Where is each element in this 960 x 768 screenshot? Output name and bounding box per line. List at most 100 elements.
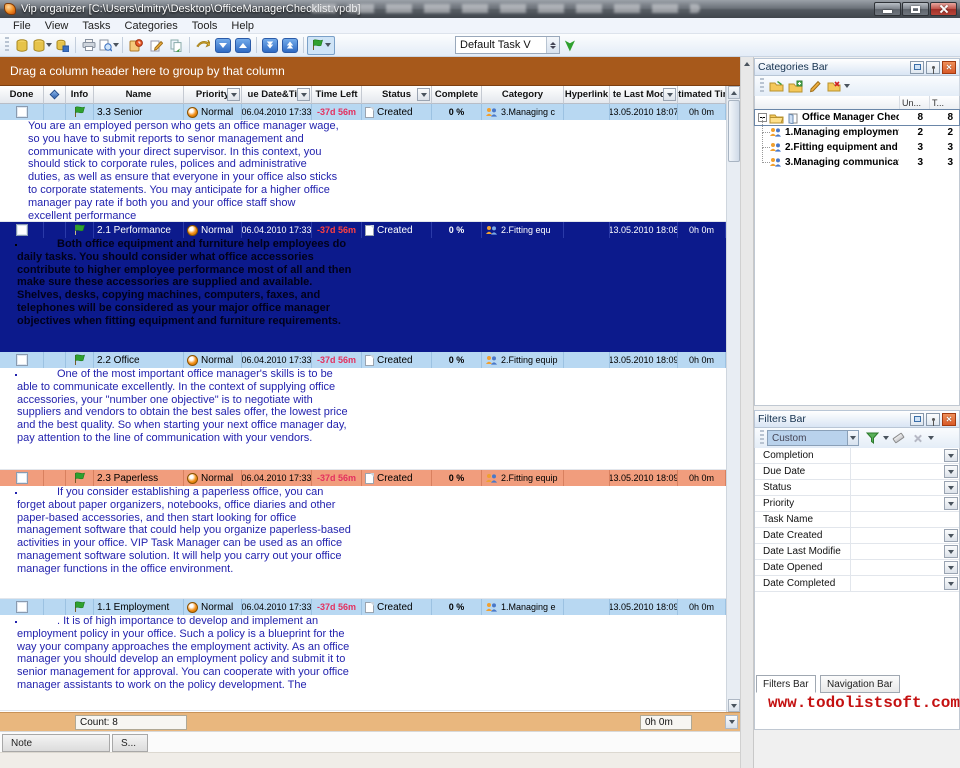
- column-header-time-left[interactable]: Time Left: [312, 86, 362, 104]
- column-header-name[interactable]: Name: [94, 86, 184, 104]
- menu-file[interactable]: File: [6, 20, 38, 32]
- filter-dropdown-icon[interactable]: [944, 529, 958, 542]
- filter-value[interactable]: [851, 560, 959, 575]
- add-category-icon[interactable]: [767, 78, 786, 95]
- tree-item-fitting-equipment[interactable]: 2.Fitting equipment and fu 3 3: [755, 140, 959, 155]
- save-database-icon[interactable]: [52, 36, 72, 55]
- filter-value[interactable]: [851, 480, 959, 495]
- restore-button[interactable]: [902, 2, 929, 16]
- categories-restore-icon[interactable]: [910, 61, 924, 74]
- column-header-priority[interactable]: Priority: [184, 86, 242, 104]
- filter-dropdown-icon[interactable]: [944, 481, 958, 494]
- tree-item-managing-employment[interactable]: 1.Managing employment a 2 2: [755, 125, 959, 140]
- add-task-icon[interactable]: [126, 36, 146, 55]
- duplicate-task-icon[interactable]: [166, 36, 186, 55]
- filters-restore-icon[interactable]: [910, 413, 924, 426]
- reset-filter-icon[interactable]: [908, 430, 927, 447]
- task-view-combo[interactable]: Default Task V: [455, 36, 560, 54]
- column-header-hyperlink[interactable]: Hyperlink: [564, 86, 610, 104]
- date-modified-filter-dropdown[interactable]: [663, 88, 676, 101]
- task-row[interactable]: 2.3 Paperless Normal 06.04.2010 17:33 -3…: [0, 470, 726, 486]
- filter-value[interactable]: [851, 544, 959, 559]
- column-header-done[interactable]: Done: [0, 86, 44, 104]
- flag-filter-caret-icon[interactable]: [325, 43, 331, 47]
- task-row-selected[interactable]: 2.1 Performance Normal 06.04.2010 17:33 …: [0, 222, 726, 238]
- filter-value[interactable]: [851, 528, 959, 543]
- tree-item-managing-communication[interactable]: 3.Managing communicatio 3 3: [755, 155, 959, 170]
- filters-toolbar-caret-icon[interactable]: [928, 436, 934, 440]
- tree-root-office-manager-checklist[interactable]: Office Manager Checklist 8 8: [755, 110, 959, 125]
- filters-close-icon[interactable]: [942, 413, 956, 426]
- panel-splitter[interactable]: [740, 57, 754, 768]
- print-icon[interactable]: [79, 36, 99, 55]
- column-unread[interactable]: Un...: [899, 96, 929, 109]
- task-row[interactable]: 1.1 Employment Normal 06.04.2010 17:33 -…: [0, 599, 726, 615]
- column-total[interactable]: T...: [929, 96, 959, 109]
- add-subcategory-icon[interactable]: [786, 78, 805, 95]
- print-preview-icon[interactable]: [99, 36, 119, 55]
- priority-filter-dropdown[interactable]: [227, 88, 240, 101]
- move-up-icon[interactable]: [233, 36, 253, 55]
- print-preview-caret-icon[interactable]: [113, 43, 119, 47]
- column-header-category[interactable]: Category: [482, 86, 564, 104]
- tab-s[interactable]: S...: [112, 734, 148, 752]
- grid-vertical-scrollbar[interactable]: [726, 86, 740, 712]
- move-down-icon[interactable]: [213, 36, 233, 55]
- splitter-arrow-icon[interactable]: [744, 62, 750, 66]
- edit-task-icon[interactable]: [146, 36, 166, 55]
- task-done-checkbox[interactable]: [16, 472, 28, 484]
- task-done-checkbox[interactable]: [16, 106, 28, 118]
- status-filter-dropdown[interactable]: [417, 88, 430, 101]
- menu-tools[interactable]: Tools: [185, 20, 225, 32]
- filter-preset-combo[interactable]: Custom: [767, 430, 859, 446]
- task-done-checkbox[interactable]: [16, 354, 28, 366]
- categories-toolbar-caret-icon[interactable]: [844, 84, 850, 88]
- filter-dropdown-icon[interactable]: [944, 465, 958, 478]
- delete-category-icon[interactable]: [824, 78, 843, 95]
- column-header-priority-flag[interactable]: [44, 86, 66, 104]
- menu-help[interactable]: Help: [224, 20, 261, 32]
- task-view-combo-spinner[interactable]: [546, 37, 559, 53]
- scroll-down-icon[interactable]: [728, 699, 740, 712]
- edit-category-icon[interactable]: [805, 78, 824, 95]
- categories-pin-icon[interactable]: [926, 61, 940, 74]
- collapse-all-icon[interactable]: [280, 36, 300, 55]
- apply-view-icon[interactable]: ➤: [560, 36, 580, 55]
- minimize-button[interactable]: [874, 2, 901, 16]
- column-header-info[interactable]: Info: [66, 86, 94, 104]
- open-database-caret-icon[interactable]: [46, 43, 52, 47]
- filter-value[interactable]: [851, 496, 959, 511]
- column-header-date-last-modified[interactable]: te Last Modifi: [610, 86, 678, 104]
- menu-view[interactable]: View: [38, 20, 76, 32]
- close-button[interactable]: [930, 2, 957, 16]
- save-filter-icon[interactable]: [863, 430, 882, 447]
- tab-filters-bar[interactable]: Filters Bar: [756, 675, 816, 693]
- tab-navigation-bar[interactable]: Navigation Bar: [820, 675, 900, 693]
- task-done-checkbox[interactable]: [16, 224, 28, 236]
- scroll-up-icon[interactable]: [728, 86, 740, 99]
- footer-dropdown-icon[interactable]: [725, 715, 738, 729]
- filter-dropdown-icon[interactable]: [944, 497, 958, 510]
- filter-value[interactable]: [851, 576, 959, 591]
- task-row[interactable]: 3.3 Senior Normal 06.04.2010 17:33 -37d …: [0, 104, 726, 120]
- filter-dropdown-icon[interactable]: [944, 449, 958, 462]
- task-done-checkbox[interactable]: [16, 601, 28, 613]
- column-header-status[interactable]: Status: [362, 86, 432, 104]
- filters-pin-icon[interactable]: [926, 413, 940, 426]
- scrollbar-thumb[interactable]: [728, 100, 740, 162]
- complete-task-icon[interactable]: [193, 36, 213, 55]
- filter-dropdown-icon[interactable]: [944, 561, 958, 574]
- menu-tasks[interactable]: Tasks: [75, 20, 117, 32]
- column-header-due-date[interactable]: ue Date&Tim: [242, 86, 312, 104]
- column-header-complete[interactable]: Complete: [432, 86, 482, 104]
- column-header-estimated-time[interactable]: Estimated Time: [678, 86, 726, 104]
- task-row[interactable]: 2.2 Office Normal 06.04.2010 17:33 -37d …: [0, 352, 726, 368]
- categories-close-icon[interactable]: [942, 61, 956, 74]
- filter-value[interactable]: [851, 512, 959, 527]
- filter-value[interactable]: [851, 448, 959, 463]
- open-database-icon[interactable]: [32, 36, 52, 55]
- due-date-filter-dropdown[interactable]: [297, 88, 310, 101]
- group-by-bar[interactable]: Drag a column header here to group by th…: [0, 57, 740, 86]
- menu-categories[interactable]: Categories: [118, 20, 185, 32]
- filter-dropdown-icon[interactable]: [944, 545, 958, 558]
